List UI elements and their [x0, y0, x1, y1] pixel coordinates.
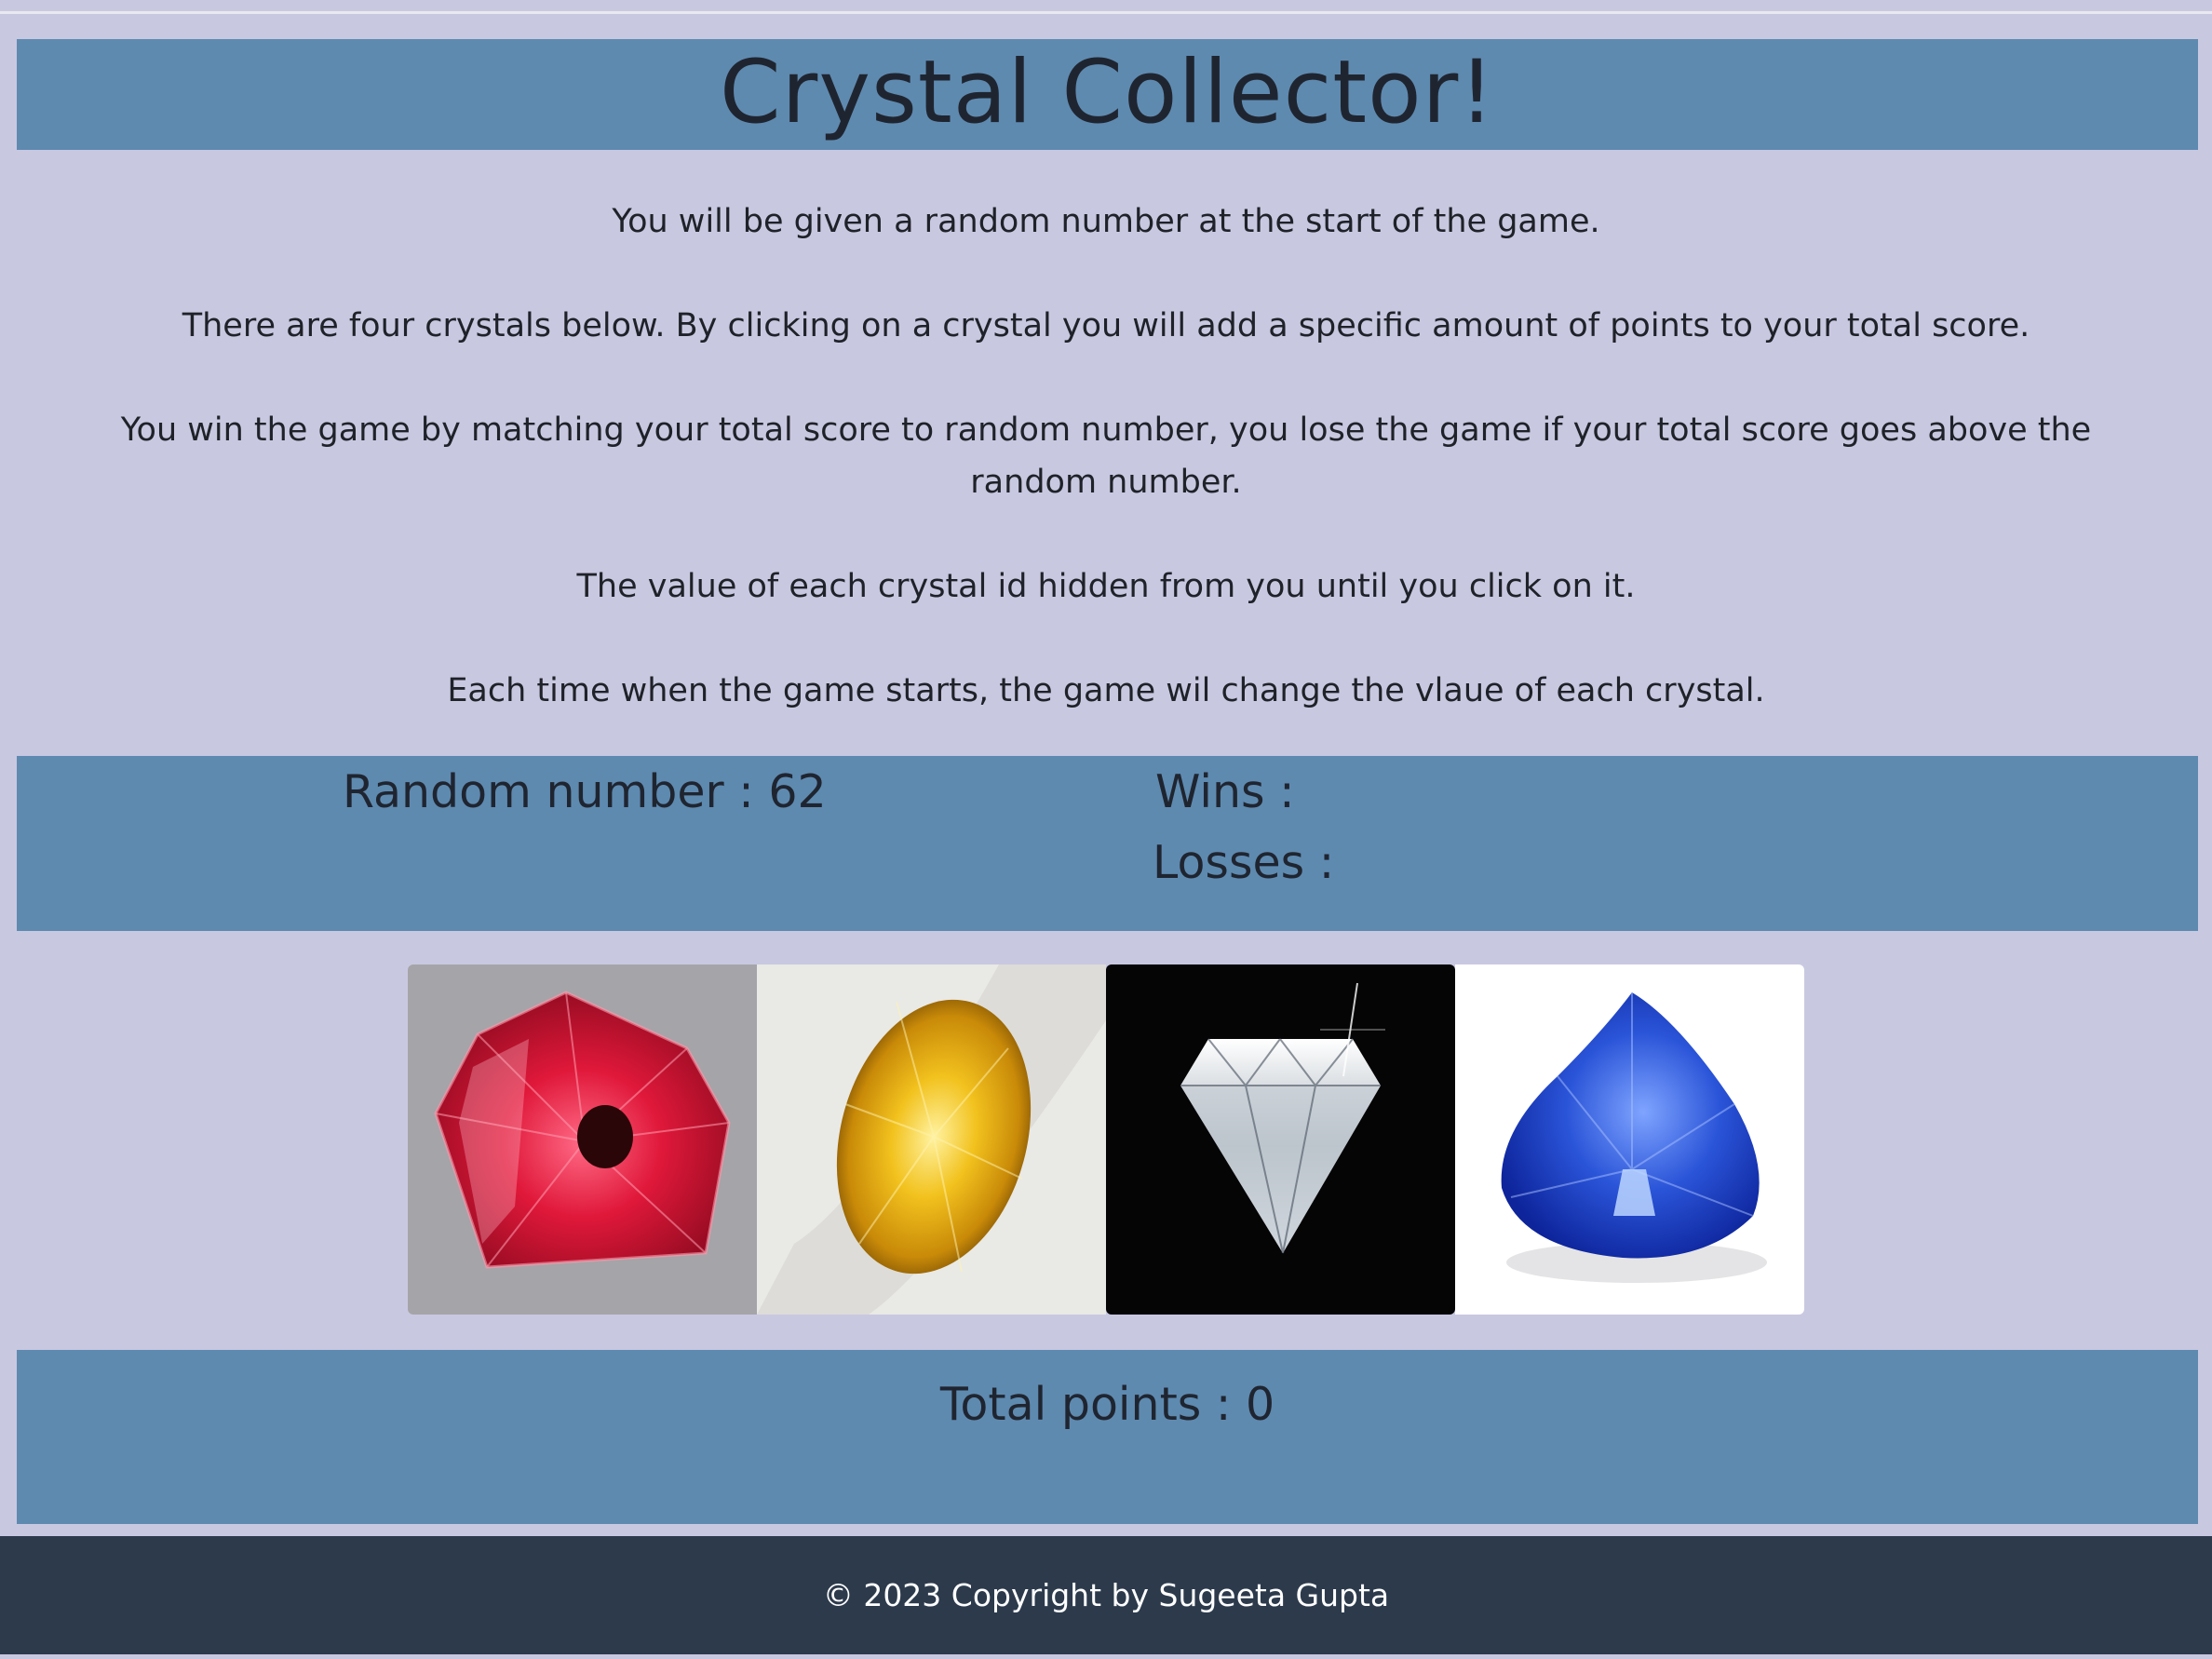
diamond-crystal-icon	[1180, 982, 1385, 1254]
header-banner: Crystal Collector!	[17, 39, 2198, 150]
crystal-row	[408, 964, 1807, 1316]
yellow-crystal-button[interactable]	[757, 964, 1106, 1315]
red-crystal-button[interactable]	[408, 964, 757, 1315]
rule-text: Each time when the game starts, the game…	[447, 672, 1765, 709]
top-divider	[0, 11, 2212, 14]
wins-counter: Wins :	[1155, 765, 1295, 818]
total-points-panel: Total points : 0	[17, 1350, 2198, 1524]
red-crystal-icon	[434, 991, 731, 1269]
diamond-crystal-button[interactable]	[1106, 964, 1455, 1315]
page-title: Crystal Collector!	[720, 42, 1495, 143]
rule-text: You win the game by matching your total …	[120, 411, 2092, 501]
yellow-crystal-icon	[757, 964, 1106, 1315]
losses-counter: Losses :	[1153, 836, 1335, 889]
rule-text: You will be given a random number at the…	[612, 203, 1600, 240]
blue-crystal-button[interactable]	[1455, 964, 1804, 1315]
blue-crystal-icon	[1501, 992, 1767, 1283]
footer: © 2023 Copyright by Sugeeta Gupta	[0, 1536, 2212, 1654]
total-points-display: Total points : 0	[939, 1378, 1275, 1431]
random-number-display: Random number : 62	[343, 765, 827, 818]
copyright-text: © 2023 Copyright by Sugeeta Gupta	[822, 1577, 1390, 1613]
rules-section: You will be given a random number at the…	[56, 196, 2156, 769]
rule-text: There are four crystals below. By clicki…	[182, 307, 2030, 344]
rule-text: The value of each crystal id hidden from…	[576, 568, 1636, 605]
stats-panel: Random number : 62 Wins : Losses :	[17, 756, 2198, 931]
